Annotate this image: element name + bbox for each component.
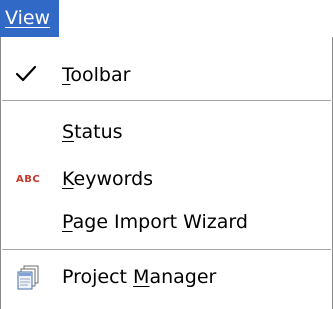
checkmark-icon bbox=[15, 65, 37, 82]
menu-item-label-rest: Project bbox=[62, 266, 134, 288]
menu-item-label: Toolbar bbox=[62, 55, 130, 95]
menu-item-toolbar[interactable]: Toolbar bbox=[1, 55, 332, 95]
menu-separator bbox=[2, 100, 331, 102]
menu-item-label-rest: eywords bbox=[73, 168, 154, 190]
menu-item-label-rest: anager bbox=[149, 266, 217, 288]
menu-item-label-rest: age Import Wizard bbox=[72, 211, 248, 233]
spellcheck-abc-icon: ABC bbox=[16, 174, 40, 185]
menu-item-label-rest: oolbar bbox=[70, 64, 131, 86]
svg-text:ABC: ABC bbox=[16, 174, 40, 185]
menu-item-mnemonic: S bbox=[62, 121, 75, 143]
menu-item-label: Status bbox=[62, 112, 123, 152]
menu-view-tab[interactable]: View bbox=[0, 0, 59, 37]
menu-item-mnemonic: M bbox=[133, 266, 150, 288]
view-menu-dropdown: Toolbar Status ABC Keywords Page Import … bbox=[0, 37, 333, 309]
menu-item-mnemonic: P bbox=[62, 211, 73, 233]
menu-item-label: Keywords bbox=[62, 159, 153, 199]
menu-item-keywords[interactable]: ABC Keywords bbox=[1, 159, 332, 199]
project-manager-icon bbox=[17, 265, 39, 290]
menu-item-label: Project Manager bbox=[62, 257, 216, 297]
menu-item-label-rest: tatus bbox=[74, 121, 123, 143]
menu-item-project-manager[interactable]: Project Manager bbox=[1, 257, 332, 297]
menu-item-mnemonic: K bbox=[62, 168, 74, 190]
menu-item-status[interactable]: Status bbox=[1, 112, 332, 152]
menu-item-page-import-wizard[interactable]: Page Import Wizard bbox=[1, 202, 332, 242]
menu-separator bbox=[2, 249, 331, 251]
menu-item-label: Page Import Wizard bbox=[62, 202, 248, 242]
